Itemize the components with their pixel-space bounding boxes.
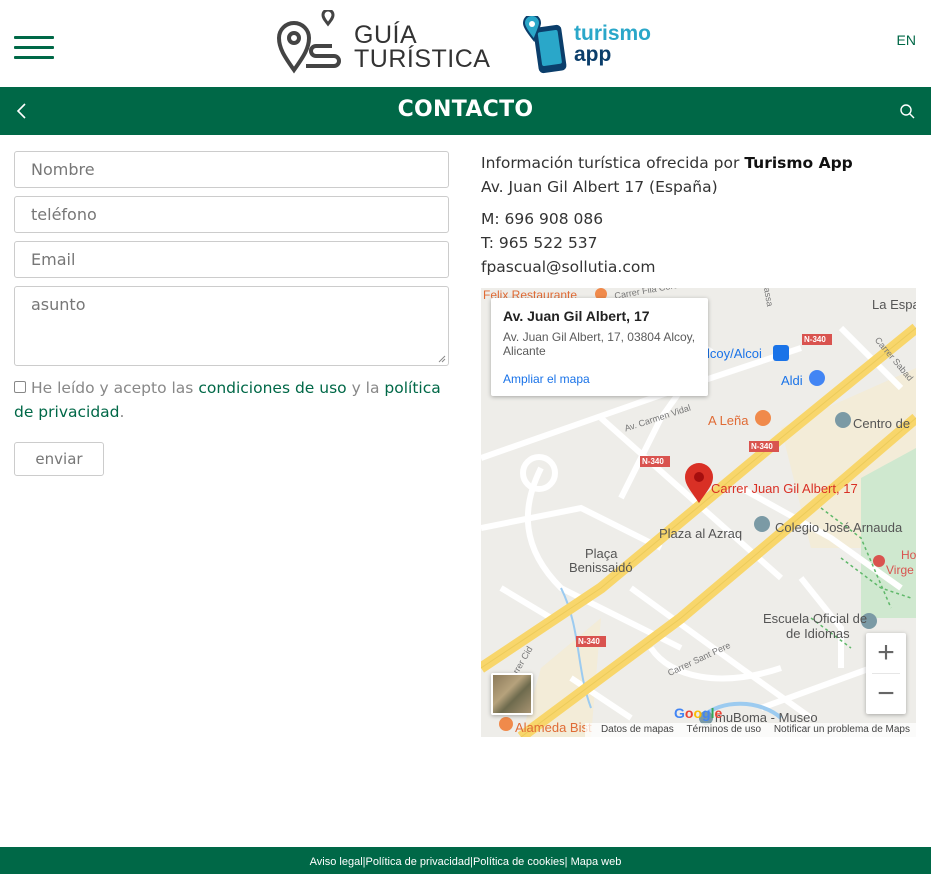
map-marker-label: Carrer Juan Gil Albert, 17 (711, 481, 858, 496)
company-name: Turismo App (744, 154, 853, 172)
address: Av. Juan Gil Albert 17 (España) (481, 178, 718, 196)
phone-logo-icon (522, 16, 567, 74)
contact-email[interactable]: fpascual@sollutia.com (481, 255, 921, 279)
guia-turistica-logo[interactable]: GUÍA TURÍSTICA (276, 10, 490, 74)
map-label-laespa: La Espa (872, 297, 916, 312)
map-attribution: Datos de mapas Términos de uso Notificar… (584, 723, 916, 737)
train-station-icon (773, 345, 789, 361)
restaurant-poi-icon-3 (499, 717, 513, 731)
map-terms-link[interactable]: Términos de uso (687, 724, 761, 735)
privacy-policy-link[interactable]: Política de privacidad (366, 856, 471, 868)
map-label-escuela2: de Idiomas (786, 626, 850, 641)
info-intro-line: Información turística ofrecida por Turis… (481, 151, 921, 175)
legal-link[interactable]: Aviso legal (310, 856, 363, 868)
logo-text: GUÍA TURÍSTICA (354, 21, 491, 73)
site-footer: Aviso legal|Política de privacidad|Polít… (0, 847, 931, 874)
mobile-phone: M: 696 908 086 (481, 210, 604, 228)
google-map[interactable]: N-340 N-340 N-340 N-340 Felix Restaurant… (481, 288, 916, 737)
map-label-aldi: Aldi (781, 373, 803, 388)
site-header: GUÍA TURÍSTICA turismo app EN (0, 0, 931, 87)
map-info-popup: Av. Juan Gil Albert, 17 Av. Juan Gil Alb… (491, 298, 708, 396)
enlarge-map-link[interactable]: Ampliar el mapa (503, 372, 696, 386)
map-label-alameda: Alameda Bist (515, 720, 592, 735)
turismo-app-logo[interactable]: turismo app (520, 12, 655, 74)
consent-row: He leído y acepto las condiciones de uso… (14, 376, 449, 424)
map-label-alcoy: lcoy/Alcoi (707, 346, 762, 361)
satellite-toggle[interactable] (491, 673, 533, 715)
popup-address: Av. Juan Gil Albert, 17, 03804 Alcoy, Al… (503, 330, 696, 358)
road-badge-4: N-340 (578, 637, 600, 646)
popup-title: Av. Juan Gil Albert, 17 (503, 308, 650, 324)
name-input[interactable]: Nombre (14, 151, 449, 188)
shopping-poi-icon (809, 370, 825, 386)
road-badge-3: N-340 (642, 457, 664, 466)
restaurant-poi-icon-2 (755, 410, 771, 426)
contact-form: Nombre teléfono Email asunto He leído y … (14, 151, 449, 476)
consent-middle: y la (346, 379, 385, 397)
google-logo: Google (674, 705, 723, 721)
map-label-alena: A Leña (708, 413, 749, 428)
consent-prefix: He leído y acepto las (31, 379, 199, 397)
terms-link[interactable]: condiciones de uso (198, 379, 346, 397)
email-input[interactable]: Email (14, 241, 449, 278)
hamburger-menu-icon[interactable] (14, 36, 54, 64)
contact-info: Información turística ofrecida por Turis… (481, 151, 921, 279)
consent-suffix: . (119, 403, 125, 421)
language-switch[interactable]: EN (897, 32, 916, 48)
app-logo-text: app (574, 43, 612, 66)
cookies-policy-link[interactable]: Política de cookies (473, 856, 565, 868)
map-pin-logo-icon (276, 10, 341, 74)
page-title: CONTACTO (397, 97, 534, 122)
zoom-in-button[interactable]: + (866, 633, 906, 673)
page-title-bar: CONTACTO (0, 87, 931, 135)
zoom-out-button[interactable]: − (866, 674, 906, 714)
info-intro: Información turística ofrecida por (481, 154, 745, 172)
map-label-centro: Centro de (853, 416, 911, 431)
resize-grip-icon[interactable] (438, 355, 446, 363)
send-button[interactable]: enviar (14, 442, 104, 476)
map-label-escuela1: Escuela Oficial de (763, 611, 868, 626)
subject-placeholder: asunto (31, 295, 86, 314)
search-icon[interactable] (899, 103, 915, 119)
subject-textarea[interactable]: asunto (14, 286, 449, 366)
map-label-colegio: Colegio José Arnauda (775, 520, 903, 535)
map-label-placa1: Plaça (585, 546, 618, 561)
map-label-ho: Ho (901, 548, 916, 562)
map-data-link[interactable]: Datos de mapas (601, 724, 674, 735)
map-label-plaza: Plaza al Azraq (659, 526, 743, 541)
hospital-poi-icon (873, 555, 885, 567)
phone-input[interactable]: teléfono (14, 196, 449, 233)
zoom-controls: + − (866, 633, 906, 714)
school-poi-icon (754, 516, 770, 532)
road-badge-2: N-340 (751, 442, 773, 451)
map-report-link[interactable]: Notificar un problema de Maps (774, 724, 910, 735)
consent-checkbox[interactable] (14, 381, 26, 393)
museum-poi-icon (835, 412, 851, 428)
sitemap-link[interactable]: Mapa web (568, 856, 622, 868)
landline-phone: T: 965 522 537 (481, 234, 598, 252)
map-label-virge: Virge (886, 563, 914, 577)
road-badge-1: N-340 (804, 335, 826, 344)
map-label-placa2: Benissaidó (569, 560, 633, 575)
